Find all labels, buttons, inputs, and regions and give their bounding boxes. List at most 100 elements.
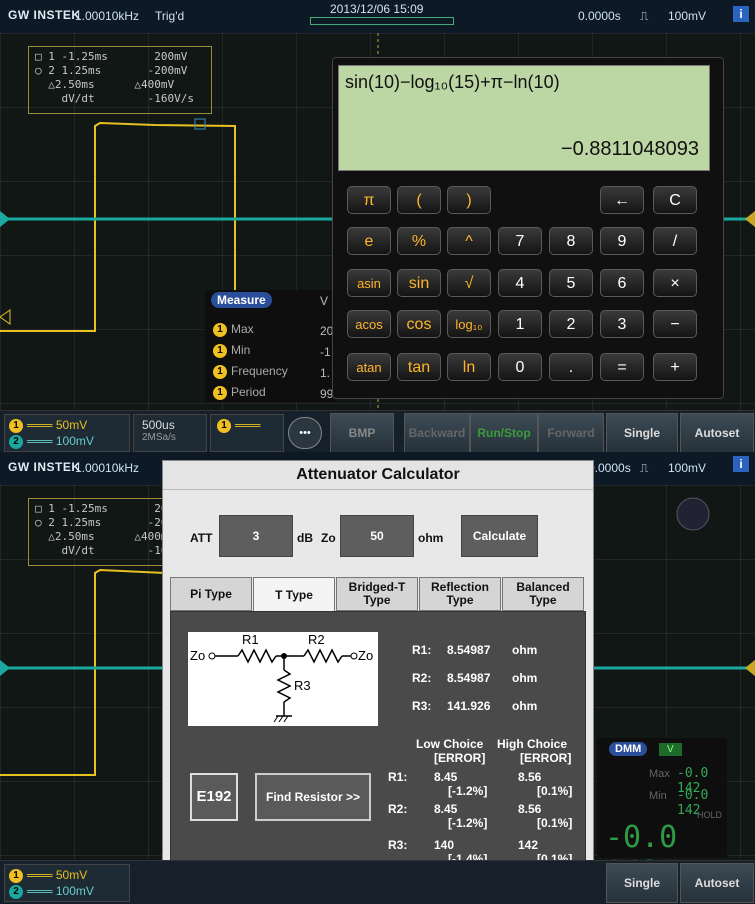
calc-key[interactable]: atan [347, 353, 391, 381]
measure-col-header: V [320, 294, 329, 308]
cursor-info-box: □ 1 -1.25ms 200mV ○ 2 1.25ms -200mV △2.5… [28, 46, 212, 114]
forward-button[interactable]: Forward [538, 413, 604, 453]
choice-name: R3: [388, 838, 408, 852]
bmp-button[interactable]: BMP [330, 413, 394, 453]
result-r3-name: R3: [412, 699, 432, 713]
calc-key[interactable]: C [653, 186, 697, 214]
ch1-scale-row-2: 1 ═══ 50mV [5, 865, 129, 883]
ch2-scale-row-2: 2 ═══ 100mV [5, 883, 129, 900]
calc-key[interactable]: e [347, 227, 391, 255]
channel-scales-2[interactable]: 1 ═══ 50mV 2 ═══ 100mV [4, 864, 130, 902]
calc-key[interactable]: sin [397, 269, 441, 297]
frequency-readout-2: 1.00010kHz [75, 461, 140, 475]
cursor-1: □ 1 -1.25ms 200mV [35, 50, 188, 63]
calc-key[interactable]: 9 [600, 227, 644, 255]
measure-row-max: 1 Max [213, 322, 254, 337]
result-r3-unit: ohm [512, 699, 538, 713]
ch1-marker [0, 309, 11, 325]
calc-key[interactable]: % [397, 227, 441, 255]
diagram-zo-left: Zo [190, 648, 206, 663]
cursor-dvdt-b: dV/dt -160V/s [35, 544, 194, 557]
dmm-panel: DMM V Max -0.0 142 Min -0.0 142 HOLD -0.… [597, 738, 727, 890]
single-button-2[interactable]: Single [606, 863, 678, 903]
zo-unit: ohm [418, 531, 444, 545]
att-input[interactable]: 3 [219, 515, 293, 557]
choice-name: R2: [388, 802, 408, 816]
calc-key[interactable]: = [600, 353, 644, 381]
calc-key[interactable]: √ [447, 269, 491, 297]
info-icon[interactable]: i [733, 6, 749, 22]
channel-scales[interactable]: 1 ═══ 50mV 2 ═══ 100mV [4, 414, 130, 452]
ch2-marker-2 [0, 660, 10, 676]
trigger-level: 100mV [668, 9, 707, 23]
find-resistor-button[interactable]: Find Resistor >> [255, 773, 371, 821]
calc-key[interactable]: cos [397, 310, 441, 338]
calc-key[interactable]: / [653, 227, 697, 255]
backward-button[interactable]: Backward [404, 413, 470, 453]
calculate-button[interactable]: Calculate [461, 515, 538, 557]
tab-t-type[interactable]: T Type [253, 577, 335, 613]
calc-key[interactable]: 7 [498, 227, 542, 255]
calc-key[interactable]: . [549, 353, 593, 381]
calc-key[interactable]: + [653, 353, 697, 381]
high-choice-header: High Choice [497, 737, 568, 751]
choice-high: 142 [518, 838, 539, 852]
calc-key[interactable]: π [347, 186, 391, 214]
calc-key[interactable]: − [653, 310, 697, 338]
calc-key[interactable]: 6 [600, 269, 644, 297]
calc-key[interactable]: ^ [447, 227, 491, 255]
calc-key[interactable]: ) [447, 186, 491, 214]
calc-key[interactable]: 3 [600, 310, 644, 338]
calc-key[interactable]: tan [397, 353, 441, 381]
calc-key[interactable]: 8 [549, 227, 593, 255]
choice-high: 8.56 [518, 770, 542, 784]
single-button[interactable]: Single [606, 413, 678, 453]
calc-key[interactable]: 4 [498, 269, 542, 297]
calc-key[interactable]: × [653, 269, 697, 297]
cursor-2: ○ 2 1.25ms -200mV [35, 64, 188, 77]
calc-key[interactable]: asin [347, 269, 391, 297]
att-unit: dB [297, 531, 313, 545]
t-network-diagram: Zo Zo R1 R2 R3 [188, 632, 378, 726]
ch1-scale: 50mV [55, 418, 88, 432]
dmm-title: DMM [609, 742, 648, 756]
dialog-title: Attenuator Calculator [163, 461, 593, 490]
tab-bridged-t-type[interactable]: Bridged-T Type [336, 577, 418, 611]
calc-key[interactable]: log₁₀ [447, 310, 491, 338]
calc-key[interactable]: acos [347, 310, 391, 338]
low-choice-header: Low Choice [416, 737, 484, 751]
result-r3-value: 141.926 [447, 699, 491, 713]
calc-key[interactable]: ( [397, 186, 441, 214]
calc-key[interactable]: ln [447, 353, 491, 381]
calc-key[interactable]: 1 [498, 310, 542, 338]
calc-key[interactable]: ← [600, 186, 644, 214]
cursor-delta: △2.50ms △400mV [35, 78, 175, 91]
tab-balanced-type[interactable]: Balanced Type [502, 577, 584, 611]
timebase-box[interactable]: 500us 2MSa/s [133, 414, 207, 452]
cursor-2-b: ○ 2 1.25ms -200mV [35, 516, 188, 529]
e192-series-button[interactable]: E192 [190, 773, 238, 821]
calc-key[interactable]: 0 [498, 353, 542, 381]
brand-logo-2: GW INSTEK [8, 460, 81, 474]
trigger-box[interactable]: 1 ═══ [210, 414, 284, 452]
calc-key[interactable]: 5 [549, 269, 593, 297]
t-network-schematic [208, 648, 358, 723]
autoset-button[interactable]: Autoset [680, 413, 754, 453]
dmm-hold: HOLD [697, 810, 723, 820]
measure-value-frequency: 1. [320, 366, 331, 380]
result-r2-name: R2: [412, 671, 432, 685]
datetime: 2013/12/06 15:09 [330, 2, 424, 16]
cursor-1-b: □ 1 -1.25ms 200mV [35, 502, 188, 515]
tab-reflection-type[interactable]: Reflection Type [419, 577, 501, 611]
run-stop-button[interactable]: Run/Stop [470, 413, 538, 453]
softkey-bar-top: 1 ═══ 50mV 2 ═══ 100mV 500us 2MSa/s 1 ═══ •… [0, 410, 755, 453]
diagram-zo-right: Zo [358, 648, 374, 663]
more-menu-button[interactable]: ••• [288, 417, 322, 449]
cursor-info-box-2: □ 1 -1.25ms 200mV ○ 2 1.25ms -200mV △2.5… [28, 498, 194, 566]
zo-input[interactable]: 50 [340, 515, 414, 557]
autoset-button-2[interactable]: Autoset [680, 863, 754, 903]
frequency-readout: 1.00010kHz [75, 9, 140, 23]
tab-pi-type[interactable]: Pi Type [170, 577, 252, 611]
info-icon-2[interactable]: i [733, 456, 749, 472]
calc-key[interactable]: 2 [549, 310, 593, 338]
